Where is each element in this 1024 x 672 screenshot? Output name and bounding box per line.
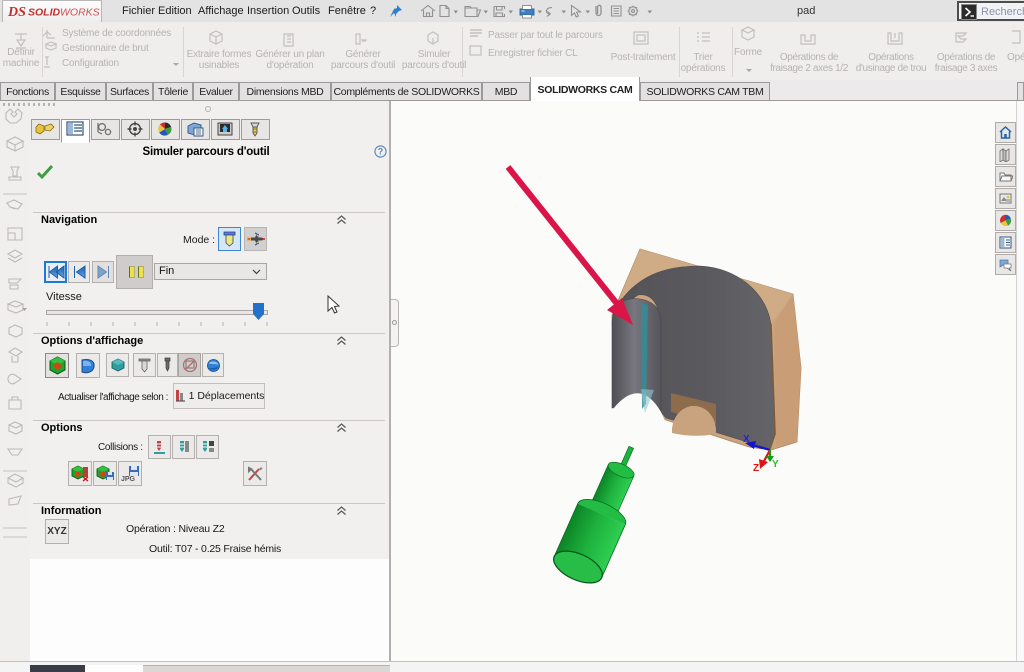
svg-text:JPG: JPG	[121, 476, 136, 483]
svg-text:Y: Y	[772, 459, 779, 470]
svg-text:SOLID: SOLID	[28, 7, 61, 19]
svg-text:DS: DS	[7, 5, 26, 20]
svg-text:WORKS: WORKS	[60, 7, 100, 19]
svg-text:?: ?	[378, 147, 384, 157]
svg-text:X: X	[743, 434, 750, 445]
svg-text:Z: Z	[753, 463, 759, 474]
